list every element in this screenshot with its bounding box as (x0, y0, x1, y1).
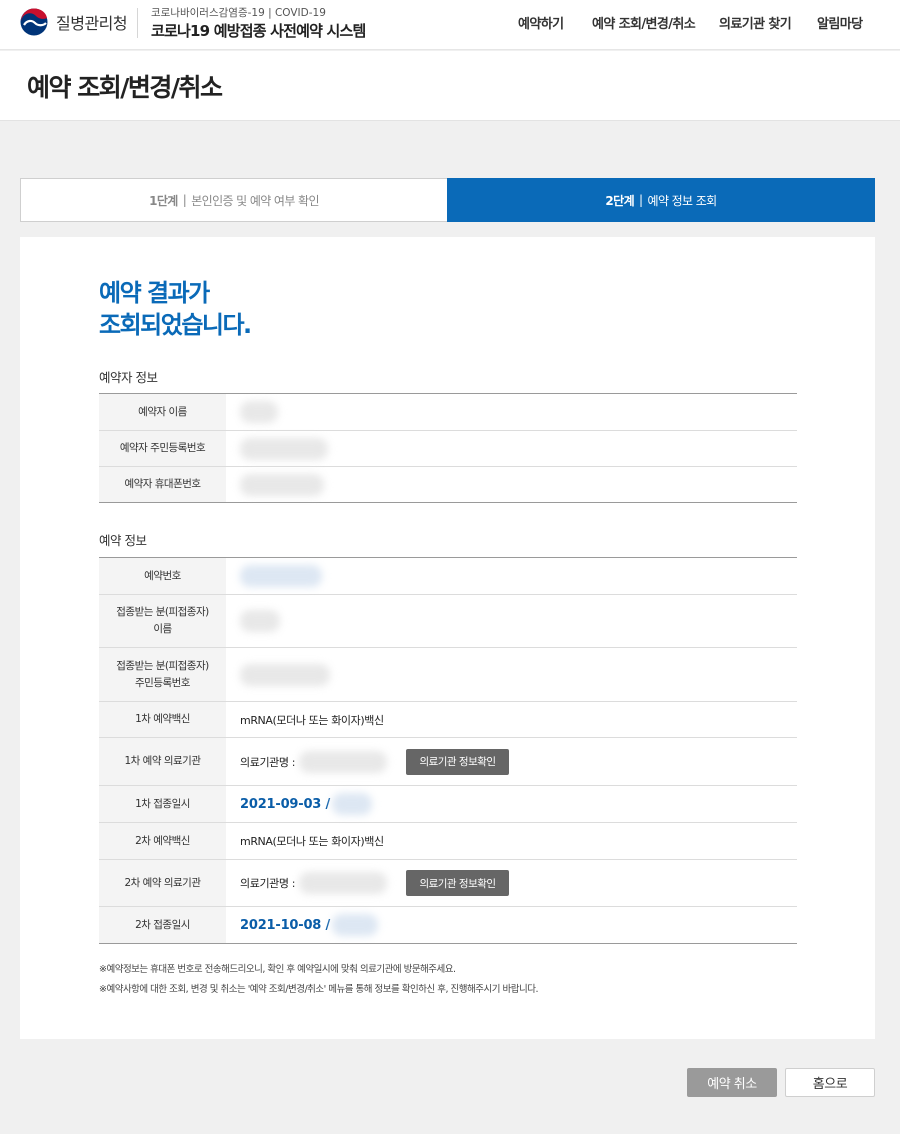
home-button[interactable]: 홈으로 (785, 1068, 875, 1097)
vaccinee-rrn-label-line-2: 주민등록번호 (135, 676, 190, 689)
first-date-label: 1차 접종일시 (99, 786, 226, 822)
second-date-value: 2021-10-08 / (226, 907, 797, 943)
table-row: 접종받는 분(피접종자) 이름 (99, 595, 797, 648)
reserver-section-label: 예약자 정보 (99, 370, 158, 385)
vaccinee-name-label-line-2: 이름 (153, 623, 172, 635)
result-title-line-1: 예약 결과가 (99, 279, 210, 307)
redacted-value (240, 473, 324, 496)
reservation-table: 예약번호 접종받는 분(피접종자) 이름 접종받는 분(피접종자) 주민등록번호 (99, 557, 797, 944)
clinic-name-prefix: 의료기관명 : (240, 877, 296, 890)
table-row: 2차 접종일시 2021-10-08 / (99, 907, 797, 944)
clinic-name-prefix: 의료기관명 : (240, 755, 296, 769)
result-card: 예약 결과가 조회되었습니다. 예약자 정보 예약자 이름 예약자 주민등록번호… (20, 237, 875, 1039)
government-emblem-icon[interactable] (20, 8, 48, 36)
table-row: 1차 예약백신 mRNA(모더나 또는 화이자)백신 (99, 702, 797, 738)
result-title: 예약 결과가 조회되었습니다. (99, 277, 252, 341)
vaccinee-name-label: 접종받는 분(피접종자) 이름 (99, 595, 226, 647)
title-band: 예약 조회/변경/취소 (0, 51, 900, 121)
step-1-tab: 1단계 | 본인인증 및 예약 여부 확인 (20, 178, 447, 222)
table-row: 예약자 이름 (99, 394, 797, 431)
reservation-number-label: 예약번호 (99, 558, 226, 594)
notice-line-1: ※예약정보는 휴대폰 번호로 전송해드리오니, 확인 후 예약일시에 맞춰 의료… (99, 964, 456, 975)
top-header: 질병관리청 코로나바이러스감염증-19 | COVID-19 코로나19 예방접… (0, 0, 900, 50)
page-title: 예약 조회/변경/취소 (27, 73, 223, 102)
first-vaccine-label: 1차 예약백신 (99, 702, 226, 737)
redacted-value (240, 610, 280, 632)
redacted-value (299, 750, 388, 773)
nav-notice[interactable]: 알림마당 (817, 13, 863, 32)
step-1-number: 1단계 (149, 193, 178, 208)
result-title-line-2: 조회되었습니다. (99, 311, 252, 339)
reservation-number-value (226, 558, 797, 594)
second-date-label: 2차 접종일시 (99, 907, 226, 943)
first-date-value: 2021-09-03 / (226, 786, 797, 822)
table-row: 예약자 주민등록번호 (99, 431, 797, 467)
vaccinee-name-value (226, 595, 797, 647)
step-1-separator: | (182, 193, 187, 207)
notice-line-2: ※예약사항에 대한 조회, 변경 및 취소는 '예약 조회/변경/취소' 메뉴를… (99, 984, 538, 995)
reserver-phone-value (226, 467, 797, 502)
redacted-value (240, 663, 330, 686)
reserver-name-label: 예약자 이름 (99, 394, 226, 430)
step-2-tab: 2단계 | 예약 정보 조회 (447, 178, 875, 222)
vaccinee-rrn-label: 접종받는 분(피접종자) 주민등록번호 (99, 648, 226, 701)
first-date: 2021-09-03 / (240, 796, 331, 812)
first-vaccine-value: mRNA(모더나 또는 화이자)백신 (240, 713, 384, 727)
redacted-value (332, 914, 379, 936)
first-clinic-value: 의료기관명 : 의료기관 정보확인 (226, 738, 797, 785)
org-name[interactable]: 질병관리청 (56, 10, 128, 34)
redacted-value (240, 437, 328, 460)
system-subtitle: 코로나바이러스감염증-19 | COVID-19 (151, 7, 326, 19)
reservation-section-label: 예약 정보 (99, 533, 147, 548)
reserver-rrn-value (226, 431, 797, 466)
table-row: 접종받는 분(피접종자) 주민등록번호 (99, 648, 797, 702)
second-vaccine-label: 2차 예약백신 (99, 823, 226, 859)
table-row: 1차 예약 의료기관 의료기관명 : 의료기관 정보확인 (99, 738, 797, 786)
redacted-value (299, 872, 388, 894)
system-title[interactable]: 코로나19 예방접종 사전예약 시스템 (151, 20, 366, 41)
reserver-rrn-label: 예약자 주민등록번호 (99, 431, 226, 466)
table-row: 1차 접종일시 2021-09-03 / (99, 786, 797, 823)
second-clinic-info-button[interactable]: 의료기관 정보확인 (406, 870, 509, 896)
table-row: 예약자 휴대폰번호 (99, 467, 797, 503)
header-divider (137, 8, 138, 38)
reserver-name-value (226, 394, 797, 430)
reserver-phone-label: 예약자 휴대폰번호 (99, 467, 226, 502)
second-clinic-label: 2차 예약 의료기관 (99, 860, 226, 906)
redacted-value (332, 793, 373, 815)
notice-text: ※예약정보는 휴대폰 번호로 전송해드리오니, 확인 후 예약일시에 맞춰 의료… (99, 960, 538, 1000)
reserver-table: 예약자 이름 예약자 주민등록번호 예약자 휴대폰번호 (99, 393, 797, 503)
first-clinic-info-button[interactable]: 의료기관 정보확인 (406, 748, 509, 775)
second-clinic-value: 의료기관명 : 의료기관 정보확인 (226, 860, 797, 906)
table-row: 2차 예약백신 mRNA(모더나 또는 화이자)백신 (99, 823, 797, 860)
vaccinee-name-label-line-1: 접종받는 분(피접종자) (116, 606, 209, 618)
nav-find-clinic[interactable]: 의료기관 찾기 (719, 13, 792, 32)
second-vaccine-value: mRNA(모더나 또는 화이자)백신 (240, 835, 384, 848)
table-row: 예약번호 (99, 558, 797, 595)
vaccinee-rrn-value (226, 648, 797, 701)
nav-reserve[interactable]: 예약하기 (518, 13, 564, 32)
step-2-label: 예약 정보 조회 (647, 193, 718, 208)
step-2-separator: | (639, 193, 643, 207)
redacted-value (240, 401, 278, 423)
vaccinee-rrn-label-line-1: 접종받는 분(피접종자) (116, 659, 209, 672)
step-2-number: 2단계 (605, 193, 635, 208)
step-1-label: 본인인증 및 예약 여부 확인 (191, 193, 319, 208)
cancel-reservation-button[interactable]: 예약 취소 (687, 1068, 777, 1097)
redacted-value (240, 565, 322, 587)
second-date: 2021-10-08 / (240, 917, 331, 933)
table-row: 2차 예약 의료기관 의료기관명 : 의료기관 정보확인 (99, 860, 797, 907)
first-clinic-label: 1차 예약 의료기관 (99, 738, 226, 785)
nav-inquiry[interactable]: 예약 조회/변경/취소 (592, 13, 696, 32)
